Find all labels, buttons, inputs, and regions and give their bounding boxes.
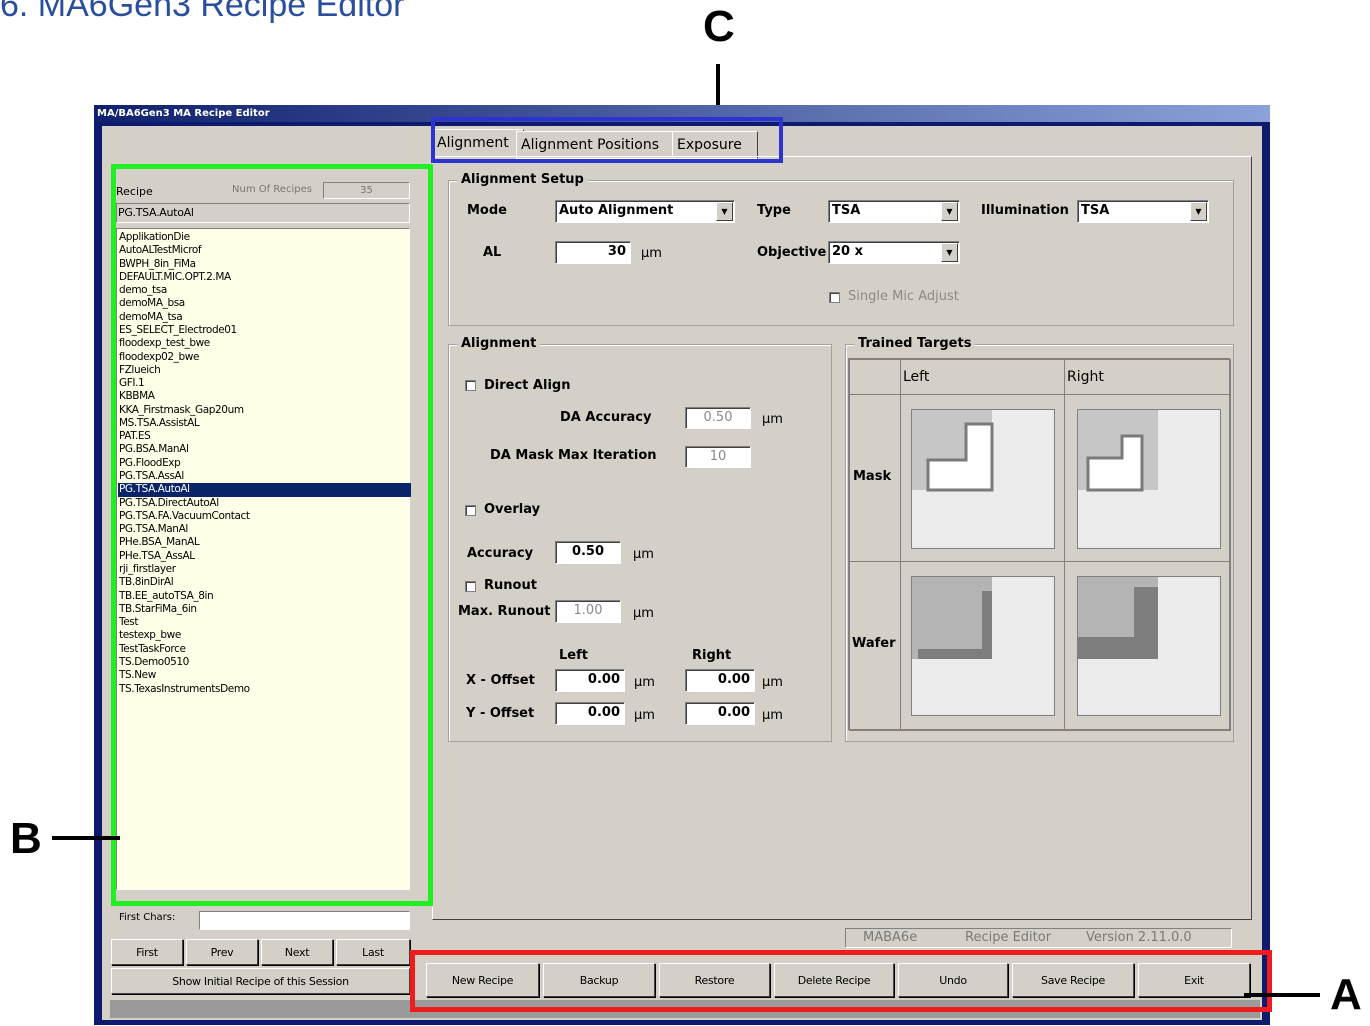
chevron-down-icon: ▼ — [1190, 202, 1207, 221]
overlay-label: Overlay — [484, 502, 541, 517]
offset-left-header: Left — [559, 648, 588, 663]
da-accuracy-label: DA Accuracy — [560, 410, 652, 425]
single-mic-adjust-checkbox[interactable] — [829, 292, 840, 303]
wafer-right-cell[interactable] — [1064, 561, 1231, 731]
mask-left-cell[interactable] — [900, 394, 1065, 562]
overlay-checkbox[interactable] — [465, 505, 476, 516]
mask-target-icon — [912, 410, 1052, 546]
da-mask-max-iteration-input[interactable]: 10 — [685, 446, 751, 468]
col-header-left: Left — [900, 359, 1065, 395]
mode-select[interactable]: Auto Alignment ▼ — [555, 200, 735, 223]
x-offset-left-unit: µm — [634, 675, 655, 690]
direct-align-checkbox[interactable] — [465, 380, 476, 391]
trained-targets-title: Trained Targets — [854, 336, 976, 351]
wafer-target-icon — [1078, 577, 1218, 713]
runout-checkbox[interactable] — [465, 581, 476, 592]
max-runout-input[interactable]: 1.00 — [555, 600, 621, 623]
callout-a: A — [1330, 970, 1362, 1019]
highlight-a-buttons — [410, 950, 1272, 1012]
mode-label: Mode — [467, 203, 507, 218]
next-button[interactable]: Next — [261, 939, 333, 965]
al-label: AL — [483, 245, 502, 260]
type-value: TSA — [832, 203, 861, 218]
first-button[interactable]: First — [111, 939, 183, 965]
objective-value: 20 x — [832, 244, 864, 259]
wafer-target-icon — [912, 577, 1052, 713]
table-corner — [849, 359, 901, 395]
type-label: Type — [757, 203, 791, 218]
prev-button[interactable]: Prev — [186, 939, 258, 965]
chevron-down-icon: ▼ — [941, 243, 958, 262]
type-select[interactable]: TSA ▼ — [828, 200, 960, 223]
callout-c: C — [703, 2, 735, 51]
show-initial-recipe-button[interactable]: Show Initial Recipe of this Session — [111, 968, 410, 994]
mask-right-cell[interactable] — [1064, 394, 1231, 562]
highlight-b-recipe-list — [111, 164, 433, 906]
al-input[interactable]: 30 — [555, 241, 631, 264]
x-offset-left-input[interactable]: 0.00 — [555, 669, 625, 692]
wafer-left-cell[interactable] — [900, 561, 1065, 731]
offset-right-header: Right — [692, 648, 732, 663]
single-mic-adjust-label: Single Mic Adjust — [848, 289, 959, 304]
highlight-c-tabs — [431, 117, 783, 163]
row-mask-label: Mask — [853, 469, 892, 484]
max-runout-unit: µm — [633, 606, 654, 621]
da-mask-max-iteration-label: DA Mask Max Iteration — [490, 448, 657, 463]
x-offset-label: X - Offset — [466, 673, 535, 688]
callout-b: B — [10, 814, 42, 863]
last-button[interactable]: Last — [336, 939, 410, 965]
illumination-value: TSA — [1081, 203, 1110, 218]
mask-left-image — [911, 409, 1055, 549]
col-left-label: Left — [903, 369, 930, 385]
chevron-down-icon: ▼ — [716, 202, 733, 221]
callout-a-line — [1244, 993, 1320, 997]
version-status-bar: MABA6e Recipe Editor Version 2.11.0.0 — [845, 928, 1232, 948]
alignment-setup-title: Alignment Setup — [457, 172, 588, 187]
direct-align-label: Direct Align — [484, 378, 571, 393]
wafer-left-image — [911, 576, 1055, 716]
illumination-label: Illumination — [981, 203, 1069, 218]
da-accuracy-input[interactable]: 0.50 — [685, 407, 751, 429]
x-offset-right-unit: µm — [762, 675, 783, 690]
y-offset-right-input[interactable]: 0.00 — [685, 702, 755, 725]
trained-targets-table: Left Right Mask Wafer — [848, 358, 1231, 731]
alignment-title: Alignment — [457, 336, 541, 351]
status-product: MABA6e — [863, 930, 918, 945]
mask-right-image — [1077, 409, 1221, 549]
chevron-down-icon: ▼ — [941, 202, 958, 221]
runout-label: Runout — [484, 578, 537, 593]
col-right-label: Right — [1067, 369, 1104, 385]
col-header-right: Right — [1064, 359, 1231, 395]
status-app: Recipe Editor — [965, 930, 1052, 945]
accuracy-input[interactable]: 0.50 — [555, 541, 621, 564]
x-offset-right-input[interactable]: 0.00 — [685, 669, 755, 692]
y-offset-left-unit: µm — [634, 708, 655, 723]
da-accuracy-unit: µm — [762, 412, 783, 427]
y-offset-label: Y - Offset — [466, 706, 535, 721]
y-offset-left-input[interactable]: 0.00 — [555, 702, 625, 725]
callout-b-line — [52, 836, 120, 840]
first-chars-input[interactable] — [199, 911, 410, 930]
page-heading: 6. MA6Gen3 Recipe Editor — [0, 0, 405, 24]
status-version: Version 2.11.0.0 — [1086, 930, 1192, 945]
wafer-right-image — [1077, 576, 1221, 716]
first-chars-label: First Chars: — [119, 912, 176, 923]
mode-value: Auto Alignment — [559, 203, 674, 218]
accuracy-unit: µm — [633, 547, 654, 562]
mask-target-icon — [1078, 410, 1218, 546]
illumination-select[interactable]: TSA ▼ — [1077, 200, 1209, 223]
max-runout-label: Max. Runout — [458, 604, 551, 619]
row-header-mask: Mask — [849, 394, 901, 562]
objective-label: Objective — [757, 245, 827, 260]
row-header-wafer: Wafer — [849, 561, 901, 731]
objective-select[interactable]: 20 x ▼ — [828, 241, 960, 264]
al-unit: µm — [641, 246, 662, 261]
y-offset-right-unit: µm — [762, 708, 783, 723]
row-wafer-label: Wafer — [852, 636, 896, 651]
accuracy-label: Accuracy — [467, 546, 534, 561]
